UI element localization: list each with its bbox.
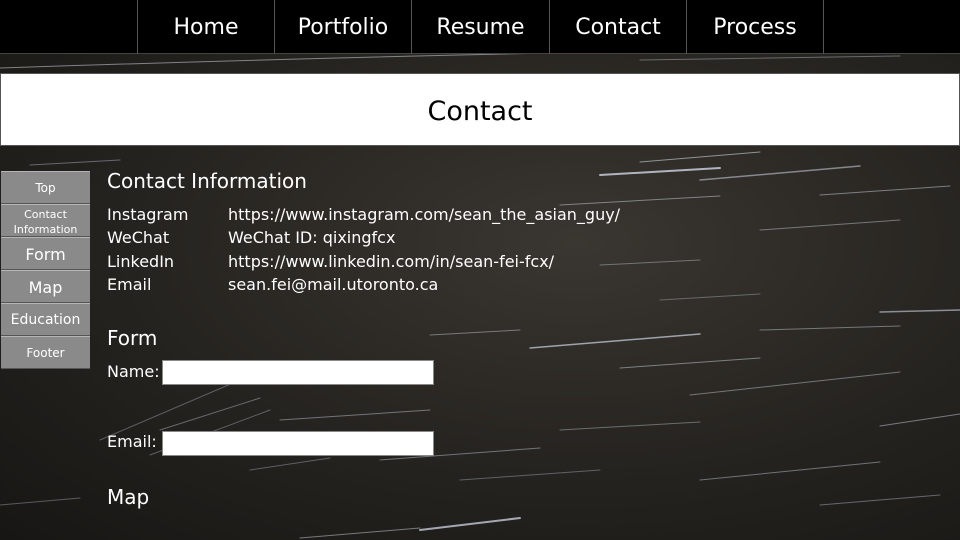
top-navigation-bar: Home Portfolio Resume Contact Process [0,0,960,54]
name-field[interactable] [162,360,434,385]
email-label: Email [107,275,152,294]
nav-home-link[interactable]: Home [137,0,274,54]
wechat-label: WeChat [107,228,170,247]
nav-resume-link[interactable]: Resume [411,0,549,54]
wechat-id-value: WeChat ID: qixingfcx [228,228,396,247]
nav-process-link[interactable]: Process [686,0,824,54]
nav-contact-link[interactable]: Contact [549,0,686,54]
email-link[interactable]: sean.fei@mail.utoronto.ca [228,275,438,294]
sidebar-item-contact-information[interactable]: Contact Information [1,204,90,237]
sidebar-item-form[interactable]: Form [1,237,90,270]
sidebar-item-footer[interactable]: Footer [1,336,90,369]
contact-information-heading: Contact Information [107,169,307,193]
email-field[interactable] [162,431,434,456]
instagram-link[interactable]: https://www.instagram.com/sean_the_asian… [228,205,620,224]
form-heading: Form [107,326,158,350]
linkedin-label: LinkedIn [107,252,175,271]
map-heading: Map [107,485,150,509]
sidebar-item-education[interactable]: Education [1,303,90,336]
nav-portfolio-link[interactable]: Portfolio [274,0,411,54]
instagram-label: Instagram [107,205,189,224]
email-field-label: Email: [107,432,157,451]
linkedin-link[interactable]: https://www.linkedin.com/in/sean-fei-fcx… [228,252,554,271]
sidebar-item-map[interactable]: Map [1,270,90,303]
sidebar-item-top[interactable]: Top [1,171,90,204]
page-title: Contact [0,73,960,146]
name-field-label: Name: [107,362,160,381]
